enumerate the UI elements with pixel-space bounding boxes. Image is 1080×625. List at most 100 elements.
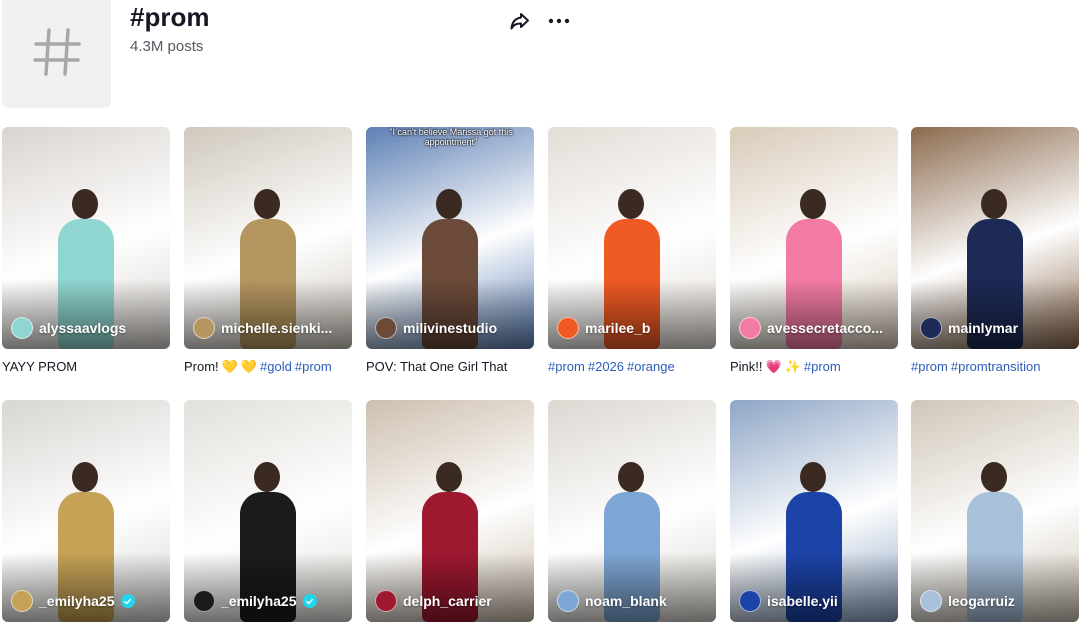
video-card[interactable]: noam_blank: [548, 400, 716, 622]
username: alyssaavlogs: [39, 320, 127, 336]
username: delph_carrier: [403, 593, 492, 609]
person-head: [618, 189, 644, 219]
video-thumbnail[interactable]: mainlymar: [911, 127, 1079, 349]
video-thumbnail[interactable]: "I can't believe Marissa got this appoin…: [366, 127, 534, 349]
video-thumbnail[interactable]: marilee_b: [548, 127, 716, 349]
video-thumbnail[interactable]: isabelle.yii: [730, 400, 898, 622]
posts-count: 4.3M posts: [130, 38, 204, 55]
person-head: [436, 462, 462, 492]
caption-hashtag-link[interactable]: #prom: [804, 359, 841, 374]
caption-hashtag-link[interactable]: #gold: [260, 359, 292, 374]
video-author[interactable]: milivinestudio: [375, 317, 497, 339]
person-head: [618, 462, 644, 492]
avatar: [739, 590, 761, 612]
video-caption: Prom! 💛 💛 #gold #prom: [184, 359, 352, 375]
hashtag-icon: [32, 28, 81, 76]
avatar: [739, 317, 761, 339]
avatar: [11, 590, 33, 612]
username: _emilyha25: [39, 593, 115, 609]
avatar: [193, 590, 215, 612]
caption-hashtag-link[interactable]: #prom: [295, 359, 332, 374]
page-title: #prom: [130, 2, 210, 32]
caption-emoji: ✨: [784, 359, 801, 374]
username: isabelle.yii: [767, 593, 838, 609]
video-card[interactable]: _emilyha25: [184, 400, 352, 622]
avatar: [920, 317, 942, 339]
more-options-button[interactable]: [546, 9, 572, 33]
person-head: [981, 462, 1007, 492]
video-card[interactable]: michelle.sienki... Prom! 💛 💛 #gold #prom: [184, 127, 352, 375]
video-card[interactable]: mainlymar #prom #promtransition: [911, 127, 1079, 375]
video-caption: #prom #2026 #orange: [548, 359, 716, 375]
caption-hashtag-link[interactable]: #2026: [588, 359, 624, 374]
caption-hashtag-link[interactable]: #orange: [627, 359, 675, 374]
video-author[interactable]: avessecretacco...: [739, 317, 883, 339]
video-thumbnail[interactable]: noam_blank: [548, 400, 716, 622]
video-thumbnail[interactable]: alyssaavlogs: [2, 127, 170, 349]
video-author[interactable]: _emilyha25: [193, 590, 317, 612]
video-author[interactable]: _emilyha25: [11, 590, 135, 612]
share-icon: [510, 13, 529, 30]
verified-badge-icon: [302, 594, 317, 608]
video-caption: YAYY PROM: [2, 359, 170, 375]
caption-hashtag-link[interactable]: #prom: [911, 359, 948, 374]
video-card[interactable]: "I can't believe Marissa got this appoin…: [366, 127, 534, 375]
avatar: [375, 317, 397, 339]
video-author[interactable]: isabelle.yii: [739, 590, 838, 612]
video-thumbnail[interactable]: leogarruiz: [911, 400, 1079, 622]
video-card[interactable]: avessecretacco... Pink!! 💗 ✨ #prom: [730, 127, 898, 375]
caption-emoji: 💗: [765, 359, 782, 374]
caption-hashtag-link[interactable]: #prom: [548, 359, 585, 374]
hashtag-avatar: [2, 0, 111, 108]
share-button[interactable]: [508, 9, 532, 33]
video-card[interactable]: isabelle.yii: [730, 400, 898, 622]
video-card[interactable]: alyssaavlogs YAYY PROM: [2, 127, 170, 375]
video-thumbnail[interactable]: avessecretacco...: [730, 127, 898, 349]
video-author[interactable]: mainlymar: [920, 317, 1018, 339]
username: mainlymar: [948, 320, 1019, 336]
person-head: [72, 462, 98, 492]
hashtag-header: #prom 4.3M posts: [0, 0, 1080, 115]
caption-emoji: 💛: [240, 359, 258, 374]
person-head: [800, 189, 826, 219]
caption-text: POV: That One Girl That: [366, 359, 508, 374]
avatar: [557, 317, 579, 339]
username: avessecretacco...: [767, 320, 883, 336]
username: milivinestudio: [403, 320, 498, 336]
username: michelle.sienki...: [221, 320, 333, 336]
video-thumbnail[interactable]: michelle.sienki...: [184, 127, 352, 349]
more-icon: [548, 18, 570, 24]
video-caption: #prom #promtransition: [911, 359, 1079, 375]
avatar: [375, 590, 397, 612]
video-caption: Pink!! 💗 ✨ #prom: [730, 359, 898, 375]
video-card[interactable]: delph_carrier: [366, 400, 534, 622]
video-author[interactable]: leogarruiz: [920, 590, 1015, 612]
video-author[interactable]: noam_blank: [557, 590, 667, 612]
avatar: [11, 317, 33, 339]
video-overlay-text: "I can't believe Marissa got this appoin…: [389, 127, 513, 147]
video-thumbnail[interactable]: _emilyha25: [184, 400, 352, 622]
person-head: [981, 189, 1007, 219]
username: leogarruiz: [948, 593, 1015, 609]
username: marilee_b: [585, 320, 651, 336]
video-author[interactable]: michelle.sienki...: [193, 317, 332, 339]
avatar: [557, 590, 579, 612]
video-card[interactable]: _emilyha25: [2, 400, 170, 622]
person-head: [800, 462, 826, 492]
person-head: [72, 189, 98, 219]
person-head: [254, 462, 280, 492]
avatar: [193, 317, 215, 339]
video-author[interactable]: delph_carrier: [375, 590, 492, 612]
video-card[interactable]: marilee_b #prom #2026 #orange: [548, 127, 716, 375]
caption-hashtag-link[interactable]: #promtransition: [951, 359, 1041, 374]
video-caption: POV: That One Girl That: [366, 359, 534, 375]
username: _emilyha25: [221, 593, 297, 609]
video-thumbnail[interactable]: delph_carrier: [366, 400, 534, 622]
video-author[interactable]: alyssaavlogs: [11, 317, 126, 339]
video-card[interactable]: leogarruiz: [911, 400, 1079, 622]
caption-emoji: 💛: [221, 359, 238, 374]
verified-badge-icon: [120, 594, 135, 608]
video-author[interactable]: marilee_b: [557, 317, 650, 339]
person-head: [436, 189, 462, 219]
video-thumbnail[interactable]: _emilyha25: [2, 400, 170, 622]
